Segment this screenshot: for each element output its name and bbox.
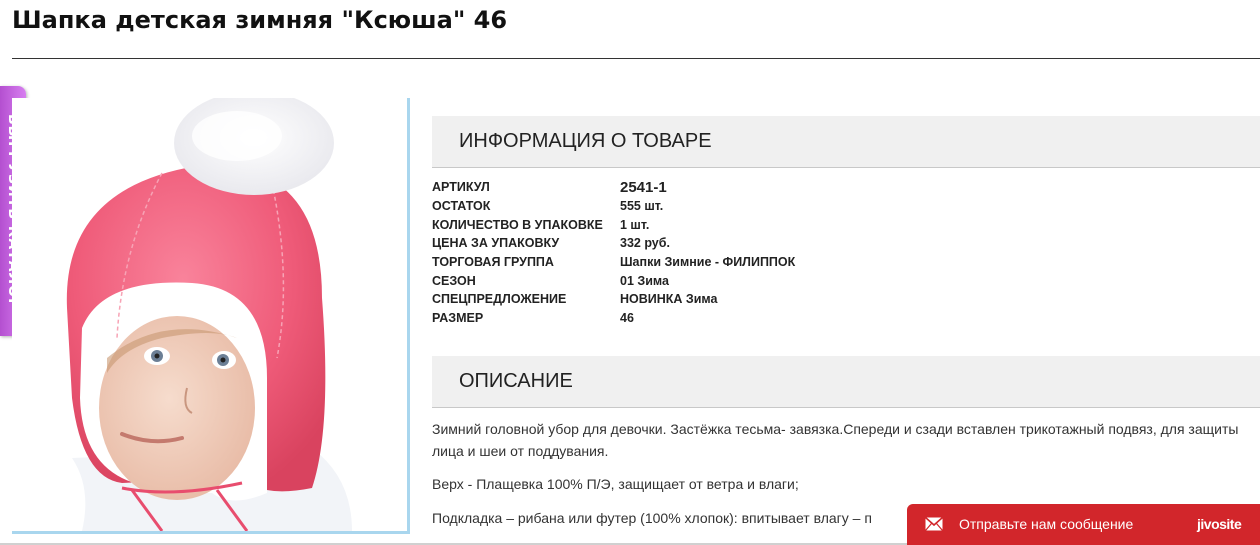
- row-label: АРТИКУЛ: [432, 180, 490, 195]
- info-section-title: ИНФОРМАЦИЯ О ТОВАРЕ: [459, 130, 712, 152]
- product-info-table: АРТИКУЛ 2541-1 ОСТАТОК 555 шт. КОЛИЧЕСТВ…: [432, 178, 795, 328]
- row-value: 332 руб.: [620, 236, 670, 251]
- mail-icon: [925, 517, 943, 531]
- description-section-title: ОПИСАНИЕ: [459, 370, 573, 392]
- description-paragraph: Верх - Плащевка 100% П/Э, защищает от ве…: [432, 476, 799, 492]
- info-section-header: ИНФОРМАЦИЯ О ТОВАРЕ: [432, 116, 1260, 168]
- row-value: 2541-1: [620, 178, 667, 196]
- title-divider: [12, 58, 1260, 59]
- row-value: НОВИНКА Зима: [620, 292, 718, 307]
- row-label: ЦЕНА ЗА УПАКОВКУ: [432, 236, 560, 251]
- row-label: КОЛИЧЕСТВО В УПАКОВКЕ: [432, 217, 603, 232]
- table-row: РАЗМЕР 46: [432, 309, 795, 328]
- row-label: СЕЗОН: [432, 273, 476, 288]
- chat-widget-button[interactable]: Отправьте нам сообщение jivosite: [907, 504, 1260, 545]
- table-row: СЕЗОН 01 Зима: [432, 271, 795, 290]
- product-image[interactable]: [12, 98, 410, 534]
- description-section-header: ОПИСАНИЕ: [432, 356, 1260, 408]
- page-title: Шапка детская зимняя "Ксюша" 46: [12, 6, 508, 34]
- row-value: Шапки Зимние - ФИЛИППОК: [620, 255, 796, 270]
- description-paragraph: Зимний головной убор для девочки. Застёж…: [432, 421, 1239, 459]
- row-label: ТОРГОВАЯ ГРУППА: [432, 255, 554, 270]
- row-value: 01 Зима: [620, 273, 669, 288]
- table-row: КОЛИЧЕСТВО В УПАКОВКЕ 1 шт.: [432, 215, 795, 234]
- row-label: СПЕЦПРЕДЛОЖЕНИЕ: [432, 292, 567, 307]
- row-label: ОСТАТОК: [432, 199, 491, 214]
- row-value: 1 шт.: [620, 217, 650, 232]
- table-row: ЦЕНА ЗА УПАКОВКУ 332 руб.: [432, 234, 795, 253]
- row-label: РАЗМЕР: [432, 311, 484, 326]
- chat-widget-text: Отправьте нам сообщение: [959, 516, 1134, 532]
- table-row: ОСТАТОК 555 шт.: [432, 197, 795, 216]
- product-photo: [12, 98, 407, 531]
- jivosite-logo: jivosite: [1197, 516, 1242, 532]
- row-value: 46: [620, 311, 634, 326]
- row-value: 555 шт.: [620, 199, 664, 214]
- table-row: АРТИКУЛ 2541-1: [432, 178, 795, 197]
- table-row: СПЕЦПРЕДЛОЖЕНИЕ НОВИНКА Зима: [432, 290, 795, 309]
- table-row: ТОРГОВАЯ ГРУППА Шапки Зимние - ФИЛИППОК: [432, 253, 795, 272]
